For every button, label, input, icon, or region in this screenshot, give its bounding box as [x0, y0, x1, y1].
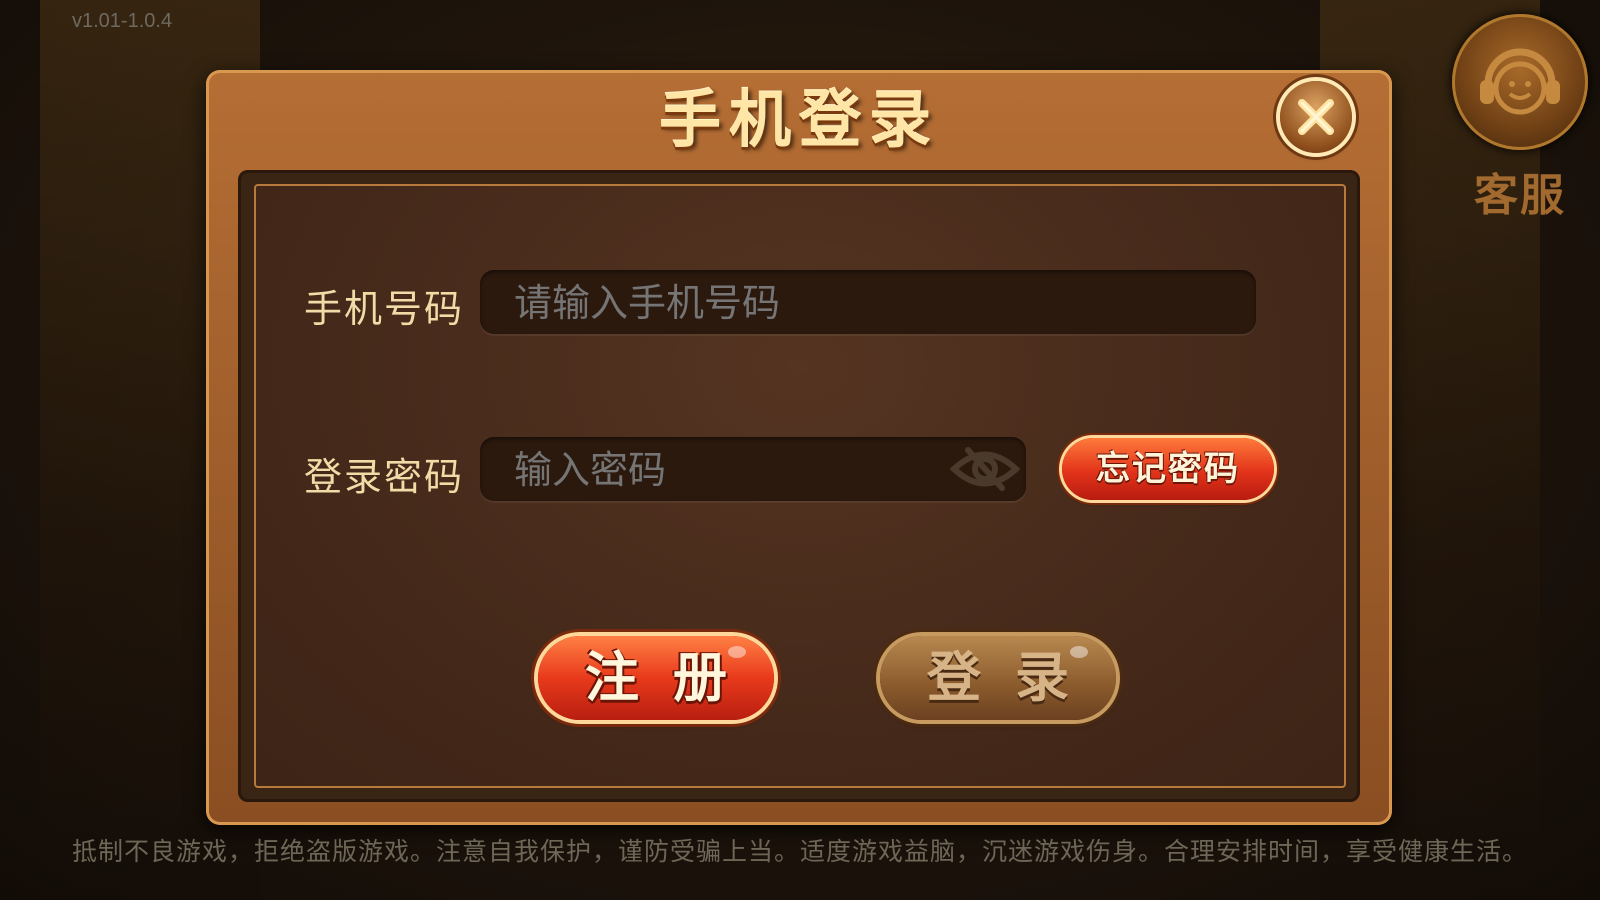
password-input-box[interactable]: [480, 437, 1026, 503]
login-button[interactable]: 登录: [880, 636, 1116, 720]
version-label: v1.01-1.0.4: [72, 10, 173, 32]
phone-login-dialog: 手机登录 手机号码 登录密码: [206, 70, 1392, 825]
button-shine: [728, 646, 746, 658]
form-panel: 手机号码 登录密码 忘记密码 注册: [254, 184, 1346, 788]
dialog-title: 手机登录: [658, 83, 939, 156]
phone-input-box[interactable]: [480, 270, 1256, 336]
close-button[interactable]: [1280, 81, 1352, 153]
phone-label: 手机号码: [304, 287, 465, 331]
close-icon: [1298, 99, 1334, 135]
health-notice: 抵制不良游戏，拒绝盗版游戏。注意自我保护，谨防受骗上当。适度游戏益脑，沉迷游戏伤…: [71, 837, 1528, 866]
eye-hidden-icon[interactable]: [949, 444, 1021, 494]
button-shine: [1070, 646, 1088, 658]
password-input[interactable]: [512, 437, 936, 503]
phone-input[interactable]: [512, 270, 1216, 336]
password-label: 登录密码: [304, 455, 465, 499]
register-button[interactable]: 注册: [538, 636, 774, 720]
headset-smiley-icon: [1452, 14, 1588, 150]
dialog-inner-frame: 手机号码 登录密码 忘记密码 注册: [238, 170, 1360, 802]
customer-service-button[interactable]: 客服: [1450, 14, 1590, 221]
forgot-password-button[interactable]: 忘记密码: [1062, 438, 1274, 500]
customer-service-label: 客服: [1474, 170, 1566, 221]
